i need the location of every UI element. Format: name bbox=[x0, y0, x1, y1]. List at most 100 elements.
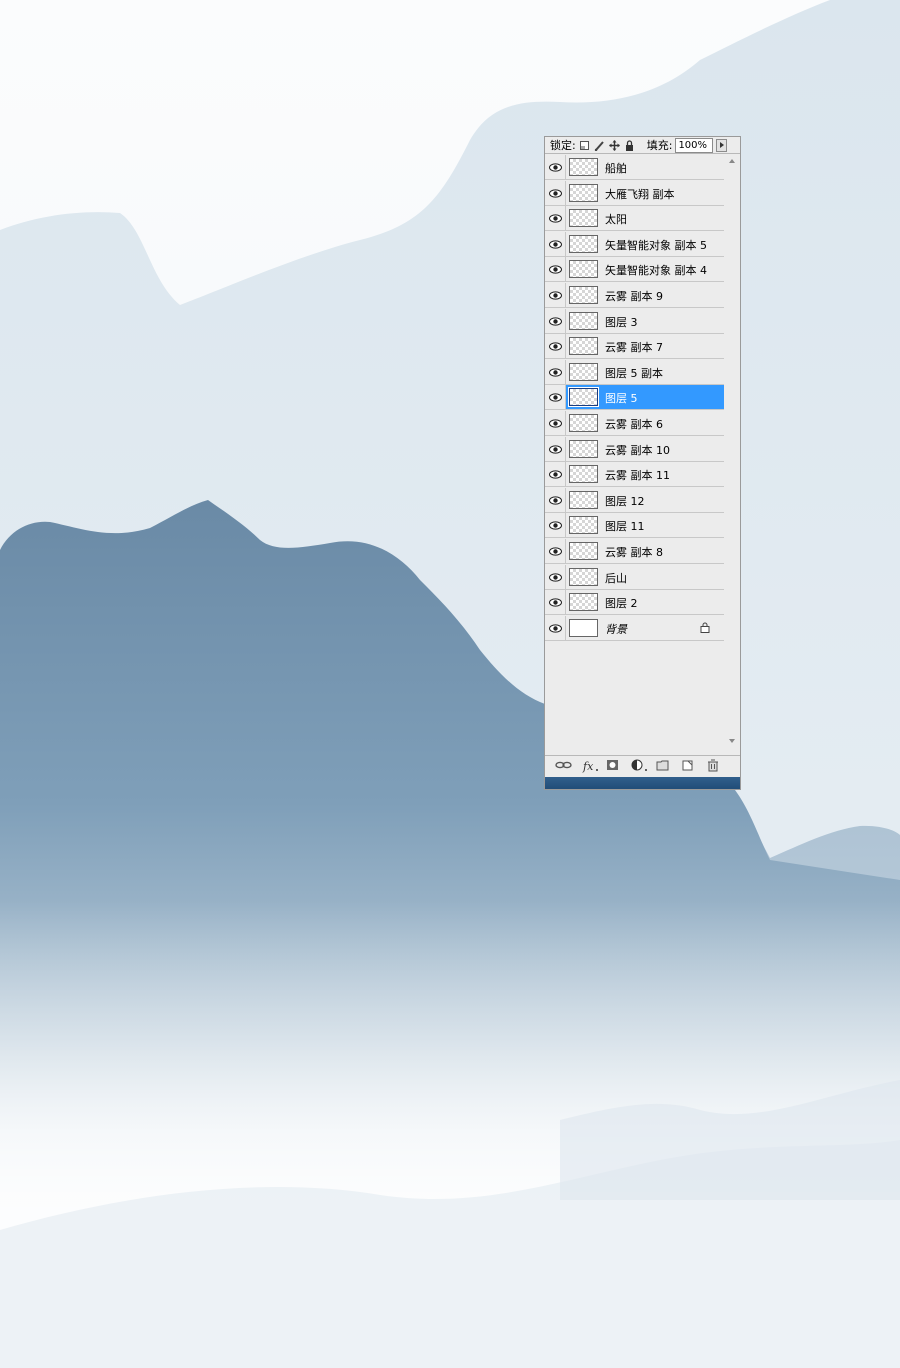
eye-icon bbox=[549, 163, 562, 172]
layers-scrollbar[interactable] bbox=[725, 155, 740, 755]
layer-row[interactable]: 云雾 副本 8 bbox=[545, 539, 724, 564]
fill-input[interactable]: 100% bbox=[675, 137, 714, 153]
layer-thumbnail[interactable] bbox=[568, 387, 599, 407]
lock-transparent-pixels-icon[interactable] bbox=[579, 140, 590, 151]
layer-row[interactable]: 矢量智能对象 副本 5 bbox=[545, 232, 724, 257]
visibility-toggle[interactable] bbox=[545, 462, 566, 486]
visibility-toggle[interactable] bbox=[545, 206, 566, 230]
visibility-toggle[interactable] bbox=[545, 181, 566, 205]
layer-thumbnail[interactable] bbox=[569, 337, 598, 355]
layer-row[interactable]: 图层 5 bbox=[545, 385, 724, 410]
layer-name: 图层 12 bbox=[605, 495, 645, 508]
visibility-toggle[interactable] bbox=[545, 360, 566, 384]
lock-image-pixels-icon[interactable] bbox=[594, 140, 605, 151]
layer-name: 矢量智能对象 副本 5 bbox=[605, 239, 707, 252]
visibility-toggle[interactable] bbox=[545, 257, 566, 281]
layer-row[interactable]: 云雾 副本 7 bbox=[545, 334, 724, 359]
layer-row[interactable]: 矢量智能对象 副本 4 bbox=[545, 257, 724, 282]
visibility-toggle[interactable] bbox=[545, 411, 566, 435]
layer-row[interactable]: 大雁飞翔 副本 bbox=[545, 181, 724, 206]
layer-name: 后山 bbox=[605, 572, 627, 585]
visibility-toggle[interactable] bbox=[545, 155, 566, 179]
visibility-toggle[interactable] bbox=[545, 283, 566, 307]
visibility-toggle[interactable] bbox=[545, 232, 566, 256]
eye-icon bbox=[549, 445, 562, 454]
fill-slider-arrow-button[interactable] bbox=[716, 138, 728, 152]
eye-icon bbox=[549, 598, 562, 607]
layer-row[interactable]: 船舶 bbox=[545, 155, 724, 180]
visibility-toggle[interactable] bbox=[545, 565, 566, 589]
svg-text:fx: fx bbox=[582, 760, 594, 773]
layer-thumbnail[interactable] bbox=[569, 542, 598, 560]
layer-row[interactable]: 后山 bbox=[545, 565, 724, 590]
lock-position-icon[interactable] bbox=[608, 139, 620, 151]
layer-row[interactable]: 云雾 副本 11 bbox=[545, 462, 724, 487]
visibility-toggle[interactable] bbox=[545, 513, 566, 537]
layer-thumbnail[interactable] bbox=[569, 184, 598, 202]
layer-thumbnail[interactable] bbox=[569, 593, 598, 611]
layer-name: 图层 5 副本 bbox=[605, 367, 663, 380]
layers-bottom-toolbar: fx bbox=[545, 755, 740, 775]
lock-all-icon[interactable] bbox=[624, 139, 635, 151]
layer-row[interactable]: 云雾 副本 9 bbox=[545, 283, 724, 308]
eye-icon bbox=[549, 521, 562, 530]
visibility-toggle[interactable] bbox=[545, 385, 566, 409]
layer-name: 云雾 副本 10 bbox=[605, 444, 670, 457]
layer-row[interactable]: 背景 bbox=[545, 616, 724, 641]
layer-row[interactable]: 图层 5 副本 bbox=[545, 360, 724, 385]
add-layer-mask-icon[interactable] bbox=[606, 759, 620, 774]
visibility-toggle[interactable] bbox=[545, 539, 566, 563]
layer-thumbnail[interactable] bbox=[569, 414, 598, 432]
adjustment-layer-icon[interactable] bbox=[631, 759, 649, 775]
visibility-toggle[interactable] bbox=[545, 488, 566, 512]
eye-icon bbox=[549, 573, 562, 582]
layer-thumbnail[interactable] bbox=[569, 158, 598, 176]
windows-taskbar-strip bbox=[545, 777, 740, 789]
layer-thumbnail[interactable] bbox=[569, 209, 598, 227]
layer-thumbnail[interactable] bbox=[569, 363, 598, 381]
layer-thumbnail[interactable] bbox=[569, 260, 598, 278]
new-layer-icon[interactable] bbox=[681, 759, 695, 774]
landscape-background bbox=[0, 0, 900, 1368]
layer-thumbnail[interactable] bbox=[569, 440, 598, 458]
visibility-toggle[interactable] bbox=[545, 590, 566, 614]
eye-icon bbox=[549, 291, 562, 300]
eye-icon bbox=[549, 419, 562, 428]
layer-row[interactable]: 图层 12 bbox=[545, 488, 724, 513]
link-layers-icon[interactable] bbox=[555, 759, 573, 774]
layer-thumbnail[interactable] bbox=[569, 286, 598, 304]
layer-lock-icon bbox=[700, 622, 710, 636]
layer-thumbnail[interactable] bbox=[569, 568, 598, 586]
layer-row[interactable]: 太阳 bbox=[545, 206, 724, 231]
layer-row[interactable]: 图层 3 bbox=[545, 309, 724, 334]
lock-bar: 锁定: 填充: 100% bbox=[545, 137, 740, 154]
layer-thumbnail[interactable] bbox=[569, 619, 598, 637]
layer-row[interactable]: 图层 2 bbox=[545, 590, 724, 615]
eye-icon bbox=[549, 265, 562, 274]
eye-icon bbox=[549, 240, 562, 249]
layer-style-fx-icon[interactable]: fx bbox=[582, 759, 600, 776]
layer-name: 船舶 bbox=[605, 162, 627, 175]
layer-row[interactable]: 图层 11 bbox=[545, 513, 724, 538]
scroll-down-arrow-icon[interactable] bbox=[729, 739, 735, 743]
visibility-toggle[interactable] bbox=[545, 437, 566, 461]
layers-list: 船舶大雁飞翔 副本太阳矢量智能对象 副本 5 矢量智能对象 副本 4 云雾 副本 9… bbox=[545, 155, 724, 755]
layer-thumbnail[interactable] bbox=[569, 491, 598, 509]
layer-row[interactable]: 云雾 副本 10 bbox=[545, 437, 724, 462]
visibility-toggle[interactable] bbox=[545, 616, 566, 640]
eye-icon bbox=[549, 624, 562, 633]
delete-layer-trash-icon[interactable] bbox=[706, 759, 720, 775]
visibility-toggle[interactable] bbox=[545, 334, 566, 358]
layer-thumbnail[interactable] bbox=[569, 516, 598, 534]
layer-thumbnail[interactable] bbox=[569, 235, 598, 253]
layer-name: 太阳 bbox=[605, 213, 627, 226]
layer-name: 云雾 副本 11 bbox=[605, 469, 670, 482]
visibility-toggle[interactable] bbox=[545, 309, 566, 333]
eye-icon bbox=[549, 342, 562, 351]
new-group-folder-icon[interactable] bbox=[656, 759, 670, 774]
layer-row[interactable]: 云雾 副本 6 bbox=[545, 411, 724, 436]
scroll-up-arrow-icon[interactable] bbox=[729, 159, 735, 163]
layer-thumbnail[interactable] bbox=[569, 465, 598, 483]
layer-thumbnail[interactable] bbox=[569, 312, 598, 330]
eye-icon bbox=[549, 368, 562, 377]
